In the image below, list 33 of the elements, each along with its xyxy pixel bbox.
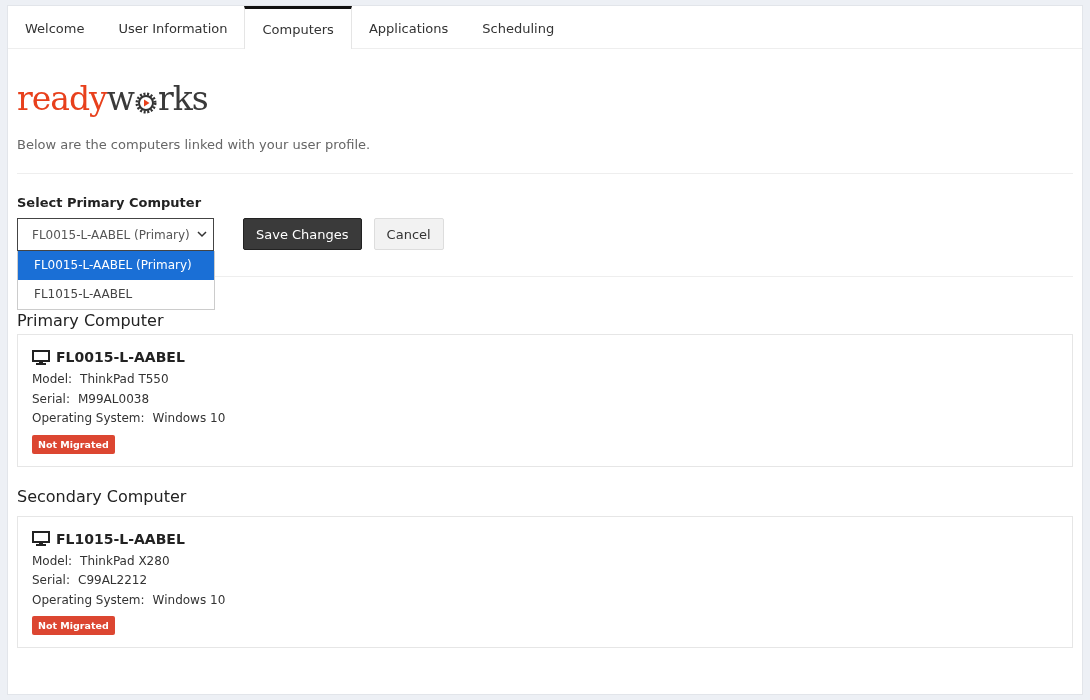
intro-text: Below are the computers linked with your user profile. — [17, 137, 372, 152]
monitor-icon — [32, 531, 50, 546]
field-label: Operating System: — [32, 591, 145, 609]
dropdown-option[interactable]: FL1015-L-AABEL — [18, 280, 214, 309]
field-label: Serial: — [32, 572, 70, 589]
field-label: Model: — [32, 371, 73, 388]
field-value: Windows 10 — [152, 591, 226, 609]
dropdown-option[interactable]: FL0015-L-AABEL (Primary) — [18, 251, 214, 280]
field-value: C99AL2212 — [78, 572, 148, 589]
gear-play-icon — [135, 92, 157, 114]
field-value: ThinkPad X280 — [80, 552, 170, 570]
field-value: M99AL0038 — [78, 390, 150, 408]
computer-name: FL1015-L-AABEL — [56, 530, 185, 547]
computer-name: FL0015-L-AABEL — [56, 349, 185, 365]
computer-select[interactable]: FL0015-L-AABEL (Primary) — [17, 218, 214, 251]
chevron-icon — [197, 231, 207, 238]
cancel-button[interactable]: Cancel — [373, 218, 444, 250]
section-heading: Secondary Computer — [17, 486, 188, 506]
status-badge: Not Migrated — [32, 616, 115, 635]
status-badge: Not Migrated — [32, 434, 115, 454]
field-label: Operating System: — [32, 410, 145, 427]
field-value: ThinkPad T550 — [80, 371, 169, 388]
logo-text: w — [106, 79, 134, 119]
field-label: Serial: — [32, 390, 70, 408]
field-value: Windows 10 — [152, 410, 226, 427]
field-label: Model: — [32, 552, 73, 570]
logo-text: rks — [158, 79, 208, 119]
section-heading: Primary Computer — [17, 311, 165, 330]
save-button[interactable]: Save Changes — [243, 218, 362, 250]
monitor-icon — [32, 349, 50, 365]
field-label: Select Primary Computer — [17, 195, 203, 210]
logo-text: ready — [17, 79, 107, 119]
tab[interactable]: Computers — [244, 6, 352, 49]
